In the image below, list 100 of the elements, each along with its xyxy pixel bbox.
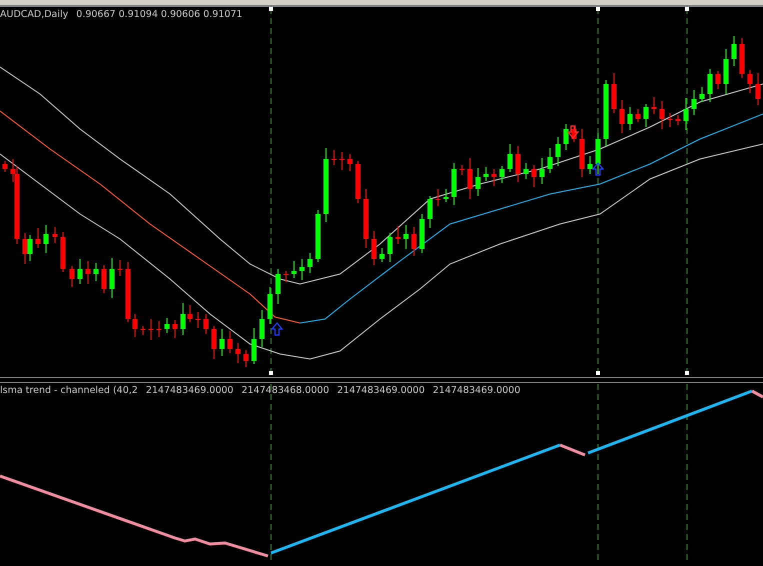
indicator-label: lsma trend - channeled (40,2 <box>0 385 138 396</box>
candlestick <box>460 164 464 176</box>
candlestick <box>94 262 98 282</box>
candlestick <box>676 114 680 126</box>
candlestick <box>196 312 200 328</box>
candlestick <box>102 264 106 294</box>
candlestick <box>628 106 632 130</box>
candlestick <box>652 96 656 114</box>
candlestick <box>86 260 90 284</box>
candlestick <box>476 168 480 196</box>
candlestick <box>540 158 544 184</box>
candlestick <box>684 98 688 130</box>
up-arrow-icon <box>270 322 284 336</box>
candlestick <box>732 36 736 66</box>
candlestick <box>52 226 58 244</box>
trend-line-falling <box>559 444 586 456</box>
candlestick <box>380 248 384 262</box>
candlestick <box>228 330 232 354</box>
candlestick <box>468 158 472 200</box>
candlestick <box>126 262 130 322</box>
candlestick <box>164 318 170 334</box>
symbol-label: AUDCAD,Daily <box>0 9 68 20</box>
candlestick <box>172 320 178 338</box>
candlestick <box>740 38 744 78</box>
candlestick <box>660 100 664 130</box>
trend-line-falling <box>751 390 763 398</box>
candlestick <box>78 258 82 284</box>
candlestick <box>388 232 392 262</box>
down-arrow-icon <box>566 125 580 139</box>
candlestick <box>70 266 74 288</box>
candlestick <box>636 108 640 122</box>
candlestick <box>500 166 504 184</box>
candlestick <box>620 100 624 134</box>
candlestick <box>396 226 400 244</box>
candlestick <box>204 314 208 334</box>
candlestick <box>572 126 576 142</box>
candlestick <box>756 72 760 106</box>
ohlc-values: 0.90667 0.91094 0.90606 0.91071 <box>76 9 242 20</box>
candlestick <box>596 132 600 174</box>
indicator-value: 2147483469.0000 <box>337 385 425 396</box>
candlestick <box>244 350 248 368</box>
candlestick <box>364 188 368 248</box>
candlestick <box>2 160 8 172</box>
candlestick <box>356 160 360 204</box>
candlestick <box>252 328 256 364</box>
candlestick <box>716 70 720 90</box>
candlestick <box>428 196 432 228</box>
candlestick <box>44 224 48 254</box>
candlestick <box>332 150 336 166</box>
candlestick <box>564 124 568 150</box>
candlestick <box>532 164 536 188</box>
candlestick <box>556 136 560 166</box>
candlestick <box>236 342 240 364</box>
candlestick <box>524 162 528 180</box>
candlestick <box>404 224 408 250</box>
candlestick <box>268 286 272 324</box>
candlestick <box>516 146 520 182</box>
candlestick <box>372 230 376 266</box>
indicator-value: 2147483468.0000 <box>241 385 330 396</box>
candlestick <box>484 166 488 182</box>
candlestick <box>588 156 592 174</box>
candlestick <box>284 270 288 282</box>
candlestick <box>612 72 616 114</box>
candlestick <box>748 70 752 94</box>
candlestick <box>308 252 312 274</box>
candlestick <box>212 326 216 360</box>
candlestick <box>156 320 162 338</box>
candlestick <box>180 302 186 336</box>
candlestick <box>300 258 304 280</box>
candlestick <box>110 258 114 298</box>
candlestick <box>220 328 224 356</box>
candlestick <box>700 86 704 102</box>
candlestick <box>412 226 416 256</box>
candlestick <box>548 148 552 174</box>
candlestick <box>340 152 344 170</box>
candlestick <box>708 68 712 102</box>
candlestick <box>316 210 320 262</box>
candlestick <box>132 314 138 338</box>
candlestick <box>724 48 728 94</box>
candlestick <box>148 318 154 340</box>
candlestick <box>420 214 424 254</box>
candlestick <box>692 90 696 116</box>
candlestick <box>452 162 456 206</box>
candlestick <box>36 228 40 248</box>
candlestick <box>348 154 352 172</box>
candlestick <box>436 188 440 206</box>
candlestick <box>668 112 672 128</box>
candlestick <box>580 128 584 178</box>
candlestick <box>644 104 648 128</box>
candlestick <box>444 188 448 202</box>
indicator-value: 2147483469.0000 <box>432 385 520 396</box>
candlestick <box>508 144 512 172</box>
candlestick <box>118 260 122 276</box>
candlestick <box>292 260 296 278</box>
candlestick <box>604 80 608 146</box>
up-arrow-icon <box>592 162 604 176</box>
candlestick <box>276 268 280 304</box>
candlestick <box>140 326 146 336</box>
indicator-value: 2147483469.0000 <box>146 385 234 396</box>
candlestick <box>492 168 496 186</box>
